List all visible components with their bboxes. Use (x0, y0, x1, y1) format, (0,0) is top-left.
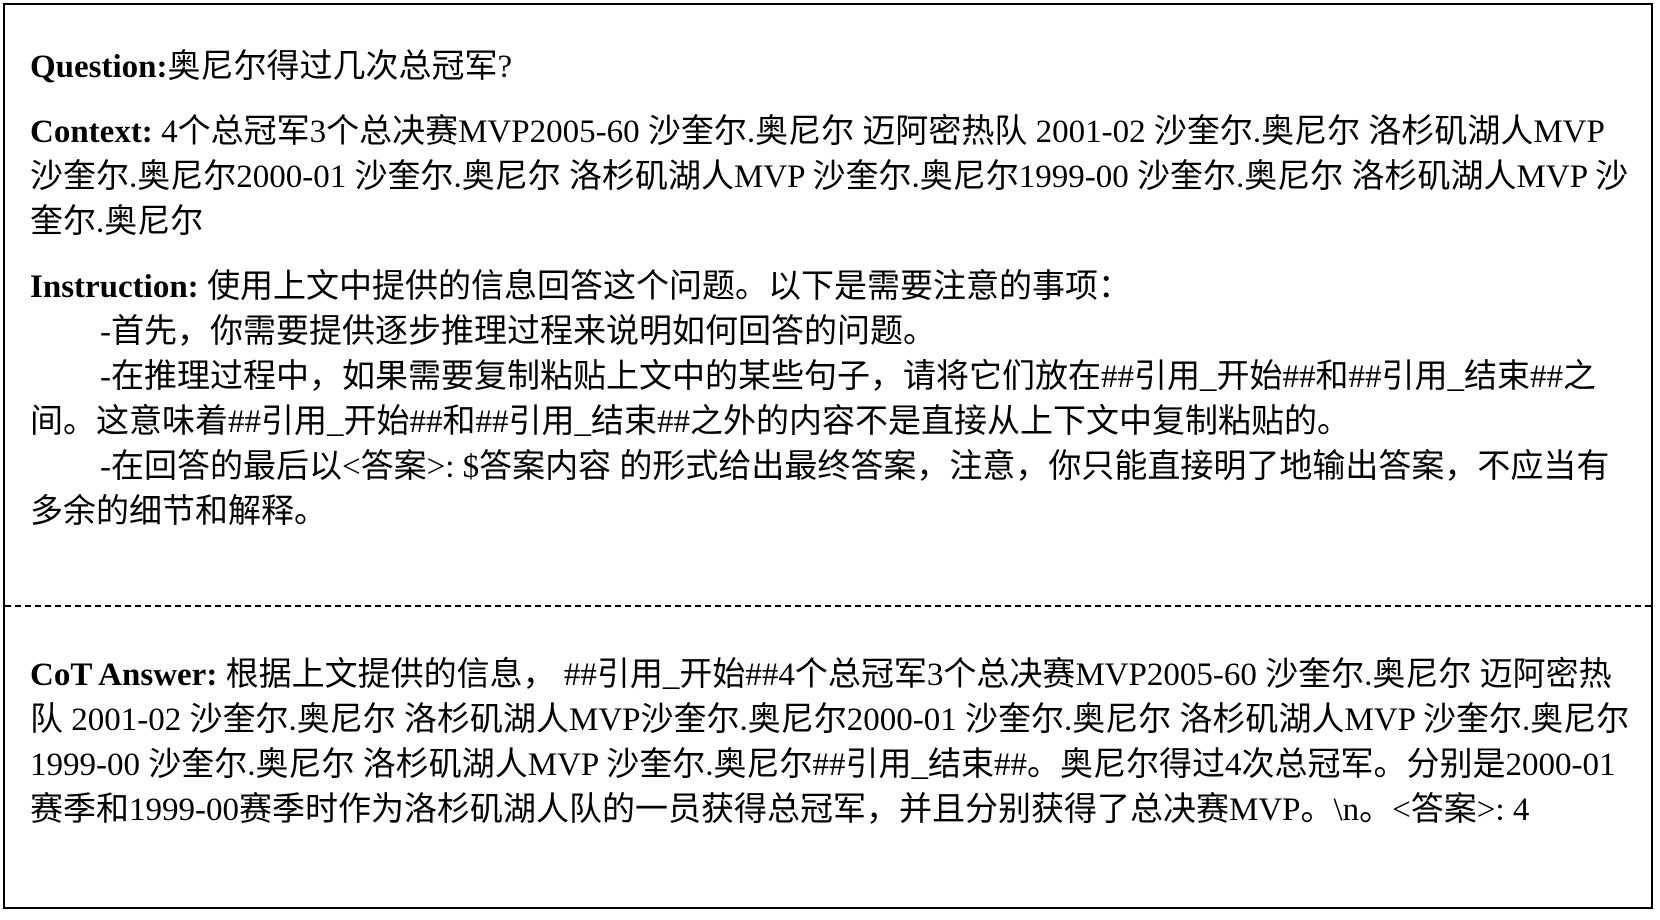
context-label: Context: (30, 114, 153, 150)
cot-answer-paragraph: CoT Answer: 根据上文提供的信息， ##引用_开始##4个总冠军3个总… (30, 653, 1630, 833)
prompt-example-box: Question:奥尼尔得过几次总冠军? Context: 4个总冠军3个总决赛… (3, 3, 1653, 909)
instruction-intro: Instruction: 使用上文中提供的信息回答这个问题。以下是需要注意的事项… (30, 265, 1630, 310)
prompt-section: Question:奥尼尔得过几次总冠军? Context: 4个总冠军3个总决赛… (30, 45, 1630, 535)
instruction-label: Instruction: (30, 269, 199, 305)
context-paragraph: Context: 4个总冠军3个总决赛MVP2005-60 沙奎尔.奥尼尔 迈阿… (30, 110, 1630, 245)
cot-answer-text: 根据上文提供的信息， ##引用_开始##4个总冠军3个总决赛MVP2005-60… (30, 657, 1630, 828)
instruction-item: -首先，你需要提供逐步推理过程来说明如何回答的问题。 (100, 314, 936, 350)
cot-answer-label: CoT Answer: (30, 657, 218, 693)
instruction-item: -在回答的最后以<答案>: $答案内容 的形式给出最终答案，注意，你只能直接明了… (30, 449, 1610, 530)
instruction-paragraph: Instruction: 使用上文中提供的信息回答这个问题。以下是需要注意的事项… (30, 265, 1630, 535)
dashed-divider (5, 605, 1651, 607)
context-text: 4个总冠军3个总决赛MVP2005-60 沙奎尔.奥尼尔 迈阿密热队 2001-… (30, 114, 1629, 240)
answer-section: CoT Answer: 根据上文提供的信息， ##引用_开始##4个总冠军3个总… (30, 653, 1630, 833)
instruction-text: 使用上文中提供的信息回答这个问题。以下是需要注意的事项： (206, 269, 1131, 305)
question-text: 奥尼尔得过几次总冠军? (167, 49, 513, 85)
question-label: Question: (30, 49, 168, 85)
instruction-item: -在推理过程中，如果需要复制粘贴上文中的某些句子，请将它们放在##引用_开始##… (30, 359, 1596, 440)
question-paragraph: Question:奥尼尔得过几次总冠军? (30, 45, 1630, 90)
